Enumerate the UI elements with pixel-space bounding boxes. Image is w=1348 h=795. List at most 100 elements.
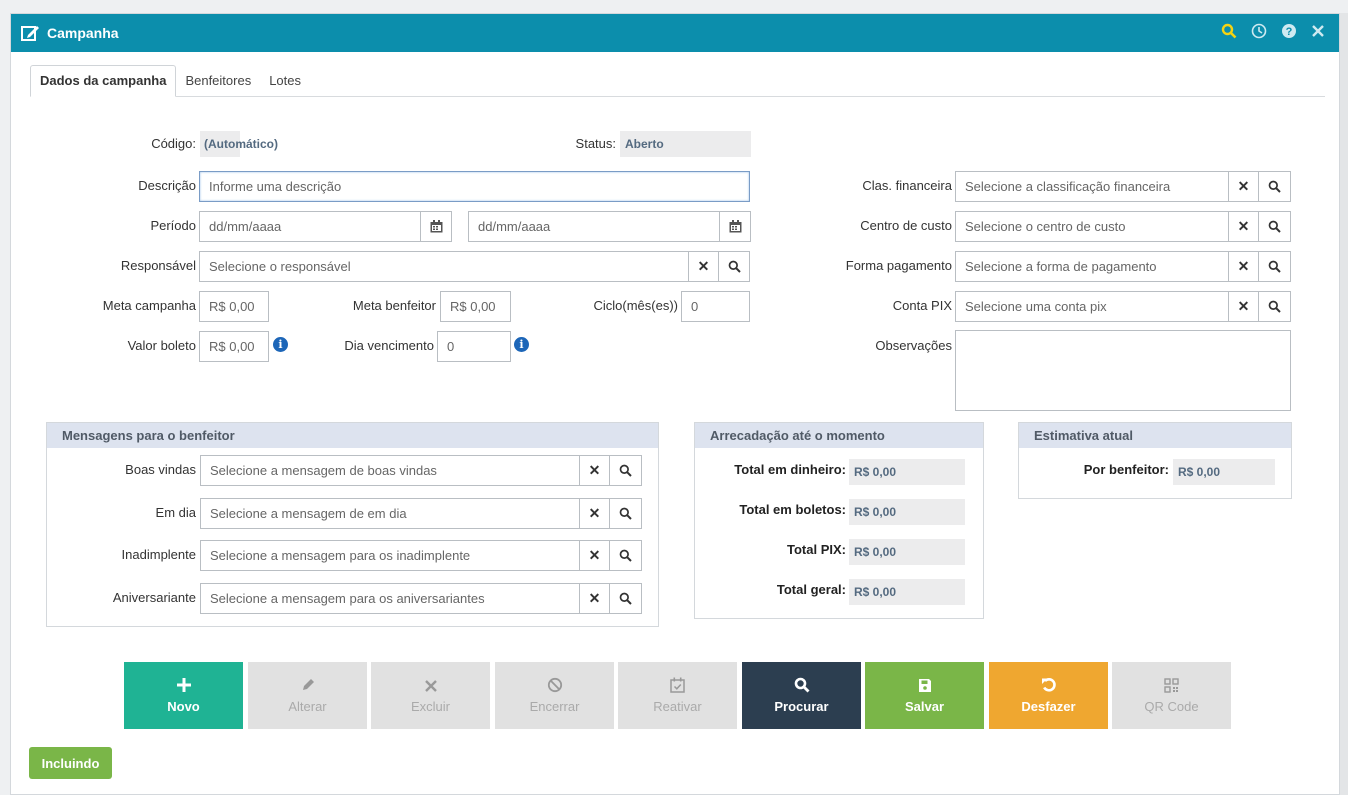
search-icon[interactable] xyxy=(609,540,642,571)
search-icon[interactable] xyxy=(718,251,750,282)
total-boletos-label: Total em boletos: xyxy=(739,502,846,517)
aniversariante-input[interactable]: Selecione a mensagem para os aniversaria… xyxy=(200,583,580,614)
calendar-icon[interactable] xyxy=(719,211,751,242)
clear-icon[interactable]: ✕ xyxy=(1228,171,1259,202)
descricao-label: Descrição xyxy=(138,178,196,193)
reativar-button[interactable]: Reativar xyxy=(618,662,737,729)
search-icon xyxy=(794,677,810,699)
total-dinheiro-label: Total em dinheiro: xyxy=(734,462,846,477)
conta-pix-input[interactable]: Selecione uma conta pix xyxy=(955,291,1229,322)
observacoes-label: Observações xyxy=(875,338,952,353)
search-icon[interactable] xyxy=(1258,171,1291,202)
responsavel-input[interactable]: Selecione o responsável xyxy=(199,251,689,282)
clear-icon[interactable]: ✕ xyxy=(579,498,610,529)
meta-benfeitor-input[interactable]: R$ 0,00 xyxy=(440,291,511,322)
valor-boleto-label: Valor boleto xyxy=(127,338,196,353)
status-badge: Incluindo xyxy=(29,747,112,779)
meta-campanha-input[interactable]: R$ 0,00 xyxy=(199,291,269,322)
history-icon[interactable] xyxy=(1251,23,1267,44)
clear-icon[interactable]: ✕ xyxy=(688,251,719,282)
em-dia-input[interactable]: Selecione a mensagem de em dia xyxy=(200,498,580,529)
search-icon[interactable] xyxy=(1221,23,1237,44)
observacoes-textarea[interactable] xyxy=(955,330,1291,411)
window-title: Campanha xyxy=(47,25,119,41)
inadimplente-input[interactable]: Selecione a mensagem para os inadimplent… xyxy=(200,540,580,571)
plus-icon xyxy=(176,677,192,699)
forma-pagamento-label: Forma pagamento xyxy=(845,258,952,273)
ciclo-label: Ciclo(mês(es)) xyxy=(593,298,679,313)
novo-button[interactable]: Novo xyxy=(124,662,243,729)
search-icon[interactable] xyxy=(1258,291,1291,322)
periodo-fim-input[interactable]: dd/mm/aaaa xyxy=(468,211,720,242)
dia-vencimento-label: Dia vencimento xyxy=(344,338,434,353)
mensagens-title: Mensagens para o benfeitor xyxy=(47,423,658,448)
estimativa-title: Estimativa atual xyxy=(1019,423,1291,448)
excluir-button[interactable]: Excluir xyxy=(371,662,490,729)
tab-lotes[interactable]: Lotes xyxy=(260,66,310,96)
search-icon[interactable] xyxy=(609,498,642,529)
arrecadacao-title: Arrecadação até o momento xyxy=(695,423,983,448)
boas-vindas-input[interactable]: Selecione a mensagem de boas vindas xyxy=(200,455,580,486)
clear-icon[interactable]: ✕ xyxy=(579,455,610,486)
total-dinheiro-value: R$ 0,00 xyxy=(849,459,965,485)
clear-icon[interactable]: ✕ xyxy=(579,583,610,614)
encerrar-button[interactable]: Encerrar xyxy=(495,662,614,729)
em-dia-label: Em dia xyxy=(155,505,196,520)
search-icon[interactable] xyxy=(1258,251,1291,282)
salvar-button[interactable]: Salvar xyxy=(865,662,984,729)
edit-icon xyxy=(21,26,39,41)
total-pix-label: Total PIX: xyxy=(787,542,846,557)
por-benfeitor-label: Por benfeitor: xyxy=(1083,462,1169,477)
periodo-label: Período xyxy=(150,218,196,233)
codigo-label: Código: xyxy=(151,136,196,151)
aniversariante-label: Aniversariante xyxy=(112,590,196,605)
clear-icon[interactable]: ✕ xyxy=(579,540,610,571)
info-icon[interactable]: i xyxy=(273,337,288,352)
boas-vindas-label: Boas vindas xyxy=(125,462,196,477)
inadimplente-label: Inadimplente xyxy=(121,547,196,562)
help-icon[interactable]: ? xyxy=(1281,23,1297,44)
dia-vencimento-input[interactable]: 0 xyxy=(437,331,511,362)
responsavel-label: Responsável xyxy=(120,258,196,273)
total-boletos-value: R$ 0,00 xyxy=(849,499,965,525)
total-geral-label: Total geral: xyxy=(776,582,846,597)
qrcode-icon xyxy=(1164,677,1179,699)
desfazer-button[interactable]: Desfazer xyxy=(989,662,1108,729)
por-benfeitor-value: R$ 0,00 xyxy=(1173,459,1275,485)
valor-boleto-input[interactable]: R$ 0,00 xyxy=(199,331,269,362)
window-scrollbar[interactable] xyxy=(1340,13,1348,795)
total-geral-value: R$ 0,00 xyxy=(849,579,965,605)
forma-pagamento-input[interactable]: Selecione a forma de pagamento xyxy=(955,251,1229,282)
conta-pix-label: Conta PIX xyxy=(892,298,952,313)
qrcode-button[interactable]: QR Code xyxy=(1112,662,1231,729)
clear-icon[interactable]: ✕ xyxy=(1228,251,1259,282)
clas-financeira-input[interactable]: Selecione a classificação financeira xyxy=(955,171,1229,202)
times-icon xyxy=(424,677,438,699)
close-icon[interactable] xyxy=(1311,24,1325,43)
periodo-inicio-input[interactable]: dd/mm/aaaa xyxy=(199,211,421,242)
tab-benfeitores[interactable]: Benfeitores xyxy=(176,66,260,96)
svg-text:?: ? xyxy=(1286,26,1293,38)
calendar-icon[interactable] xyxy=(420,211,452,242)
undo-icon xyxy=(1041,677,1057,699)
centro-custo-label: Centro de custo xyxy=(860,218,952,233)
search-icon[interactable] xyxy=(609,455,642,486)
centro-custo-input[interactable]: Selecione o centro de custo xyxy=(955,211,1229,242)
search-icon[interactable] xyxy=(609,583,642,614)
clear-icon[interactable]: ✕ xyxy=(1228,211,1259,242)
save-icon xyxy=(918,677,932,699)
pencil-icon xyxy=(300,677,316,699)
procurar-button[interactable]: Procurar xyxy=(742,662,861,729)
info-icon[interactable]: i xyxy=(514,337,529,352)
tab-dados-campanha[interactable]: Dados da campanha xyxy=(30,65,177,97)
search-icon[interactable] xyxy=(1258,211,1291,242)
calendar-check-icon xyxy=(670,677,685,699)
meta-benfeitor-label: Meta benfeitor xyxy=(352,298,436,313)
status-label: Status: xyxy=(575,136,616,151)
descricao-input[interactable]: Informe uma descrição xyxy=(199,171,750,202)
alterar-button[interactable]: Alterar xyxy=(248,662,367,729)
status-value: Aberto xyxy=(620,131,751,157)
codigo-value: (Automático) xyxy=(200,131,278,157)
ciclo-input[interactable]: 0 xyxy=(681,291,750,322)
clear-icon[interactable]: ✕ xyxy=(1228,291,1259,322)
